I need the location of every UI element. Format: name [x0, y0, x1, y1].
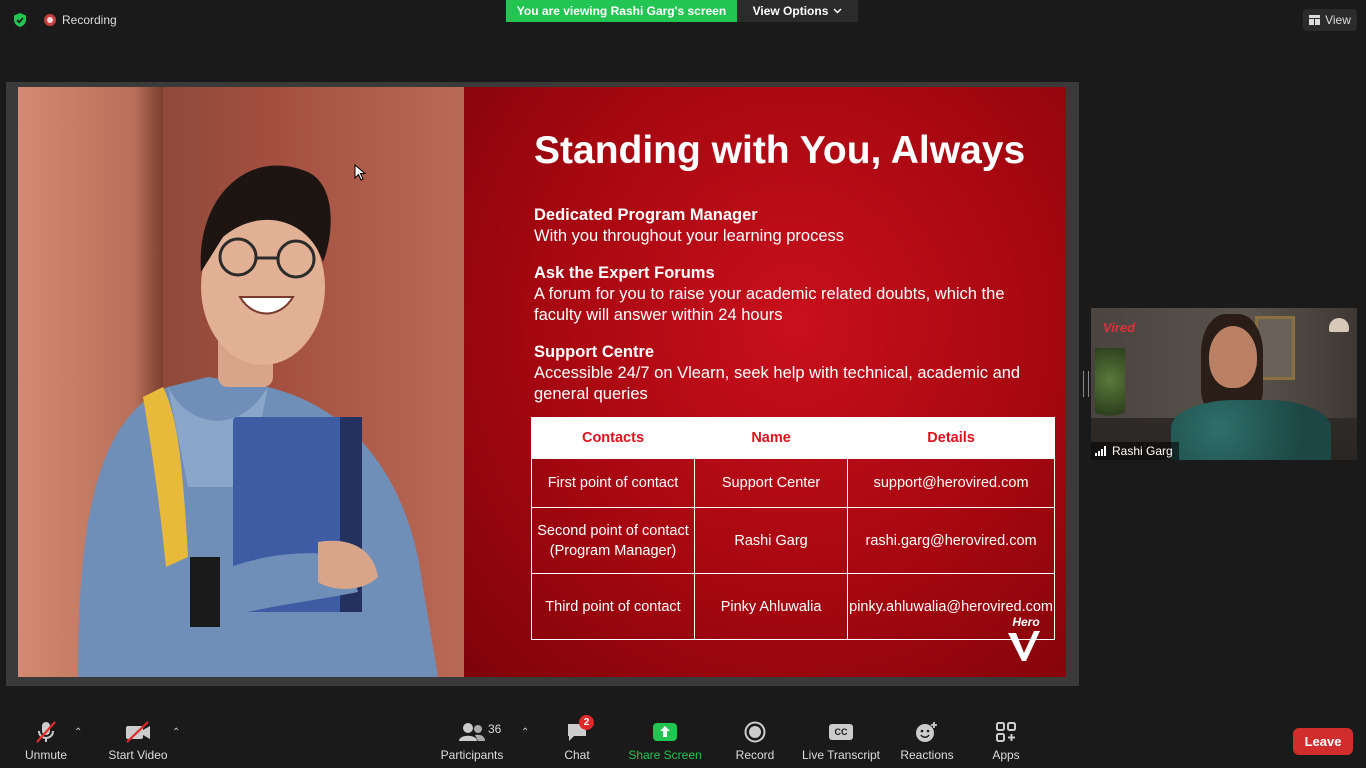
- section-expert-forums: Ask the Expert Forums A forum for you to…: [534, 263, 1024, 326]
- record-icon: [744, 721, 766, 743]
- section-text: Accessible 24/7 on Vlearn, seek help wit…: [534, 364, 1021, 403]
- section-program-manager: Dedicated Program Manager With you throu…: [534, 205, 1024, 247]
- plant-decor: [1095, 348, 1125, 428]
- recording-indicator[interactable]: Recording: [44, 12, 117, 28]
- apps-icon: [996, 722, 1016, 742]
- participants-icon: [459, 723, 485, 741]
- section-text: With you throughout your learning proces…: [534, 227, 845, 245]
- share-screen-label: Share Screen: [628, 748, 702, 762]
- share-screen-button[interactable]: Share Screen: [628, 719, 702, 765]
- signal-strength-icon: [1095, 446, 1106, 456]
- logo-text: Hero: [1012, 615, 1040, 629]
- table-row: First point of contact Support Center su…: [531, 458, 1055, 508]
- section-heading: Support Centre: [534, 343, 655, 361]
- table-cell: Pinky Ahluwalia: [693, 573, 849, 640]
- live-transcript-label: Live Transcript: [801, 748, 881, 762]
- hero-vired-logo: Hero: [1004, 615, 1048, 665]
- student-illustration: [78, 165, 438, 677]
- view-label: View: [1325, 13, 1351, 27]
- table-header-row: Contacts Name Details: [531, 417, 1055, 459]
- section-heading: Ask the Expert Forums: [534, 264, 715, 282]
- audio-options-caret[interactable]: ⌃: [74, 727, 82, 738]
- chat-button[interactable]: 2 Chat: [560, 715, 594, 765]
- video-camera-off-icon: [126, 721, 150, 743]
- microphone-muted-icon: [36, 721, 56, 743]
- table-cell: rashi.garg@herovired.com: [847, 507, 1055, 574]
- v-logo-icon: [1008, 631, 1040, 661]
- section-support-centre: Support Centre Accessible 24/7 on Vlearn…: [534, 342, 1024, 405]
- view-button[interactable]: View: [1303, 9, 1357, 31]
- live-transcript-button[interactable]: CC Live Transcript: [802, 719, 880, 765]
- table-cell: Rashi Garg: [693, 507, 849, 574]
- participants-count: 36: [488, 722, 502, 736]
- security-shield-icon[interactable]: [12, 12, 28, 28]
- unmute-button[interactable]: Unmute: [22, 719, 70, 765]
- chat-label: Chat: [564, 748, 590, 762]
- reactions-smiley-icon: [916, 722, 937, 742]
- contacts-table: Contacts Name Details First point of con…: [531, 417, 1055, 640]
- viewing-screen-banner: You are viewing Rashi Garg's screen: [506, 0, 737, 22]
- cc-text: CC: [834, 727, 848, 737]
- record-button[interactable]: Record: [734, 719, 776, 765]
- table-header: Details: [847, 417, 1055, 459]
- slide-content-panel: Standing with You, Always Dedicated Prog…: [464, 87, 1066, 677]
- chat-unread-badge: 2: [579, 715, 594, 730]
- participant-name: Rashi Garg: [1112, 444, 1173, 458]
- participant-face: [1209, 326, 1257, 388]
- closed-captions-icon: CC: [829, 724, 853, 740]
- grid-view-icon: [1309, 15, 1321, 25]
- presentation-slide: Standing with You, Always Dedicated Prog…: [18, 87, 1066, 677]
- participants-options-caret[interactable]: ⌃: [521, 727, 529, 738]
- video-options-caret[interactable]: ⌃: [172, 727, 180, 738]
- table-header: Name: [693, 417, 849, 459]
- lamp-decor: [1329, 318, 1349, 332]
- slide-photo-student: [18, 87, 464, 677]
- participants-label: Participants: [440, 748, 504, 762]
- table-cell: Support Center: [693, 458, 849, 508]
- apps-button[interactable]: Apps: [988, 719, 1024, 765]
- chevron-down-icon: [833, 8, 842, 14]
- shared-screen: Standing with You, Always Dedicated Prog…: [6, 82, 1079, 686]
- participant-name-label: Rashi Garg: [1091, 442, 1179, 460]
- slide-title: Standing with You, Always: [534, 129, 1026, 172]
- reactions-button[interactable]: Reactions: [900, 719, 954, 765]
- background-logo: Vired: [1103, 320, 1136, 335]
- table-cell: Third point of contact: [531, 573, 695, 640]
- section-heading: Dedicated Program Manager: [534, 206, 758, 224]
- table-cell: Second point of contact (Program Manager…: [531, 507, 695, 574]
- table-row: Third point of contact Pinky Ahluwalia p…: [531, 573, 1055, 640]
- participant-body: [1171, 400, 1331, 460]
- recording-label: Recording: [62, 13, 117, 27]
- table-cell: First point of contact: [531, 458, 695, 508]
- view-options-label: View Options: [752, 4, 829, 18]
- table-row: Second point of contact (Program Manager…: [531, 507, 1055, 574]
- share-screen-icon: [653, 723, 677, 741]
- table-cell: support@herovired.com: [847, 458, 1055, 508]
- start-video-label: Start Video: [108, 748, 168, 762]
- apps-label: Apps: [992, 748, 1020, 762]
- recording-icon: [44, 14, 56, 26]
- section-text: A forum for you to raise your academic r…: [534, 285, 1005, 324]
- leave-button[interactable]: Leave: [1293, 728, 1353, 755]
- view-options-button[interactable]: View Options: [737, 0, 858, 22]
- table-header: Contacts: [531, 417, 695, 459]
- panel-resize-handle[interactable]: [1083, 371, 1089, 397]
- unmute-label: Unmute: [24, 748, 68, 762]
- participant-video-tile[interactable]: Vired Rashi Garg: [1091, 308, 1357, 460]
- record-label: Record: [735, 748, 775, 762]
- start-video-button[interactable]: Start Video: [106, 719, 170, 765]
- reactions-label: Reactions: [900, 748, 954, 762]
- mouse-cursor-icon: [354, 164, 366, 181]
